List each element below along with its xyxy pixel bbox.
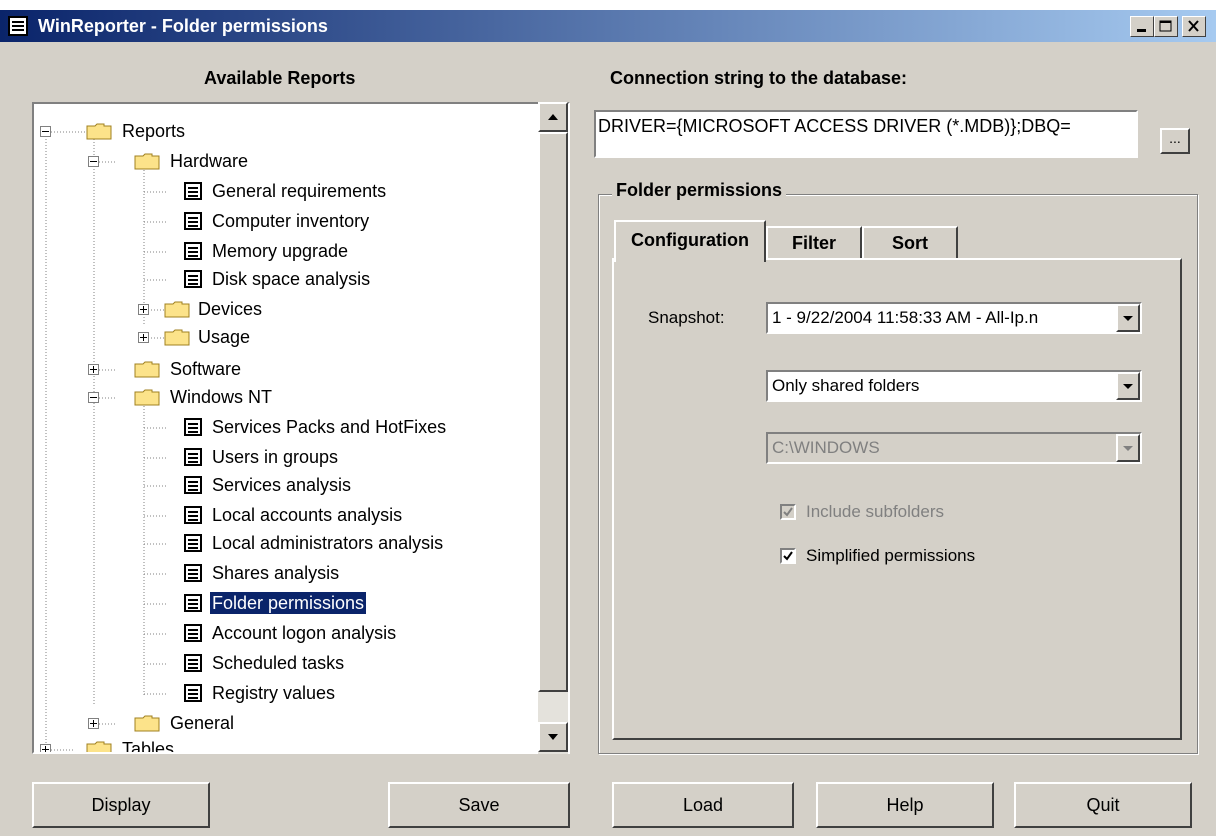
folder-filter-dropdown-button[interactable]	[1116, 372, 1140, 400]
report-icon	[184, 534, 202, 552]
help-button[interactable]: Help	[816, 782, 994, 828]
report-icon	[184, 448, 202, 466]
browse-button[interactable]: ...	[1160, 128, 1190, 154]
folder-icon	[164, 329, 190, 346]
tab-configuration[interactable]: Configuration	[614, 220, 766, 262]
report-icon	[184, 624, 202, 642]
report-icon	[184, 182, 202, 200]
snapshot-label: Snapshot:	[648, 308, 725, 327]
previous-window-edge	[0, 0, 1216, 10]
reports-tree[interactable]: Reports Hardware General requirements Co…	[32, 102, 570, 754]
folder-icon	[134, 153, 160, 170]
maximize-button[interactable]	[1154, 16, 1178, 37]
title-bar[interactable]: WinReporter - Folder permissions	[0, 10, 1216, 42]
scroll-down-button[interactable]	[538, 722, 568, 752]
folder-icon	[134, 715, 160, 732]
collapse-toggle[interactable]	[88, 392, 99, 403]
folder-filter-select[interactable]: Only shared folders	[766, 370, 1142, 402]
report-icon	[184, 418, 202, 436]
report-icon	[184, 242, 202, 260]
checkmark-icon	[783, 507, 793, 517]
expand-toggle[interactable]	[138, 332, 149, 343]
save-button[interactable]: Save	[388, 782, 570, 828]
folder-icon	[164, 301, 190, 318]
folder-filter-value: Only shared folders	[772, 376, 920, 395]
display-button[interactable]: Display	[32, 782, 210, 828]
folder-icon	[134, 361, 160, 378]
simplified-permissions-checkbox[interactable]	[780, 548, 796, 564]
load-button[interactable]: Load	[612, 782, 794, 828]
chevron-down-icon	[1123, 384, 1133, 389]
folder-path-dropdown-button	[1116, 434, 1140, 462]
expand-toggle[interactable]	[40, 744, 51, 752]
scroll-thumb[interactable]	[538, 132, 568, 692]
include-subfolders-label: Include subfolders	[806, 502, 944, 521]
chevron-down-icon	[1123, 446, 1133, 451]
report-icon	[184, 270, 202, 288]
folder-icon	[86, 741, 112, 752]
report-icon	[184, 212, 202, 230]
report-icon	[184, 684, 202, 702]
folder-icon	[134, 389, 160, 406]
tab-filter[interactable]: Filter	[766, 226, 862, 258]
scroll-up-button[interactable]	[538, 102, 568, 132]
tab-sort[interactable]: Sort	[862, 226, 958, 258]
close-button[interactable]	[1182, 16, 1206, 37]
chevron-down-icon	[1123, 316, 1133, 321]
configuration-tab-panel: Snapshot: 1 - 9/22/2004 11:58:33 AM - Al…	[612, 258, 1182, 740]
folder-icon	[86, 123, 112, 140]
snapshot-select[interactable]: 1 - 9/22/2004 11:58:33 AM - All-Ip.n	[766, 302, 1142, 334]
arrow-up-icon	[548, 114, 558, 120]
available-reports-label: Available Reports	[204, 68, 356, 88]
report-icon	[184, 476, 202, 494]
expand-toggle[interactable]	[88, 718, 99, 729]
arrow-down-icon	[548, 734, 558, 740]
folder-permissions-group-title: Folder permissions	[612, 180, 787, 201]
snapshot-dropdown-button[interactable]	[1116, 304, 1140, 332]
connection-string-field[interactable]: DRIVER={MICROSOFT ACCESS DRIVER (*.MDB)}…	[594, 110, 1138, 158]
maximize-icon	[1159, 20, 1172, 32]
simplified-permissions-label: Simplified permissions	[806, 546, 976, 565]
folder-path-select: C:\WINDOWS	[766, 432, 1142, 464]
snapshot-value: 1 - 9/22/2004 11:58:33 AM - All-Ip.n	[772, 308, 1039, 327]
tree-vertical-scrollbar[interactable]	[538, 102, 568, 754]
collapse-toggle[interactable]	[40, 126, 51, 137]
report-icon	[184, 594, 202, 612]
report-app-icon	[8, 16, 28, 36]
minimize-button[interactable]	[1130, 16, 1154, 37]
report-icon	[184, 506, 202, 524]
checkmark-icon	[783, 551, 793, 561]
connection-string-label: Connection string to the database:	[610, 68, 908, 88]
collapse-toggle[interactable]	[88, 156, 99, 167]
close-icon	[1188, 20, 1199, 32]
expand-toggle[interactable]	[88, 364, 99, 375]
report-icon	[184, 564, 202, 582]
folder-path-value: C:\WINDOWS	[772, 438, 880, 457]
quit-button[interactable]: Quit	[1014, 782, 1192, 828]
main-window: WinReporter - Folder permissions Availab…	[0, 10, 1216, 836]
report-icon	[184, 654, 202, 672]
expand-toggle[interactable]	[138, 304, 149, 315]
window-title: WinReporter - Folder permissions	[38, 16, 328, 36]
minimize-icon	[1137, 29, 1146, 32]
include-subfolders-checkbox	[780, 504, 796, 520]
